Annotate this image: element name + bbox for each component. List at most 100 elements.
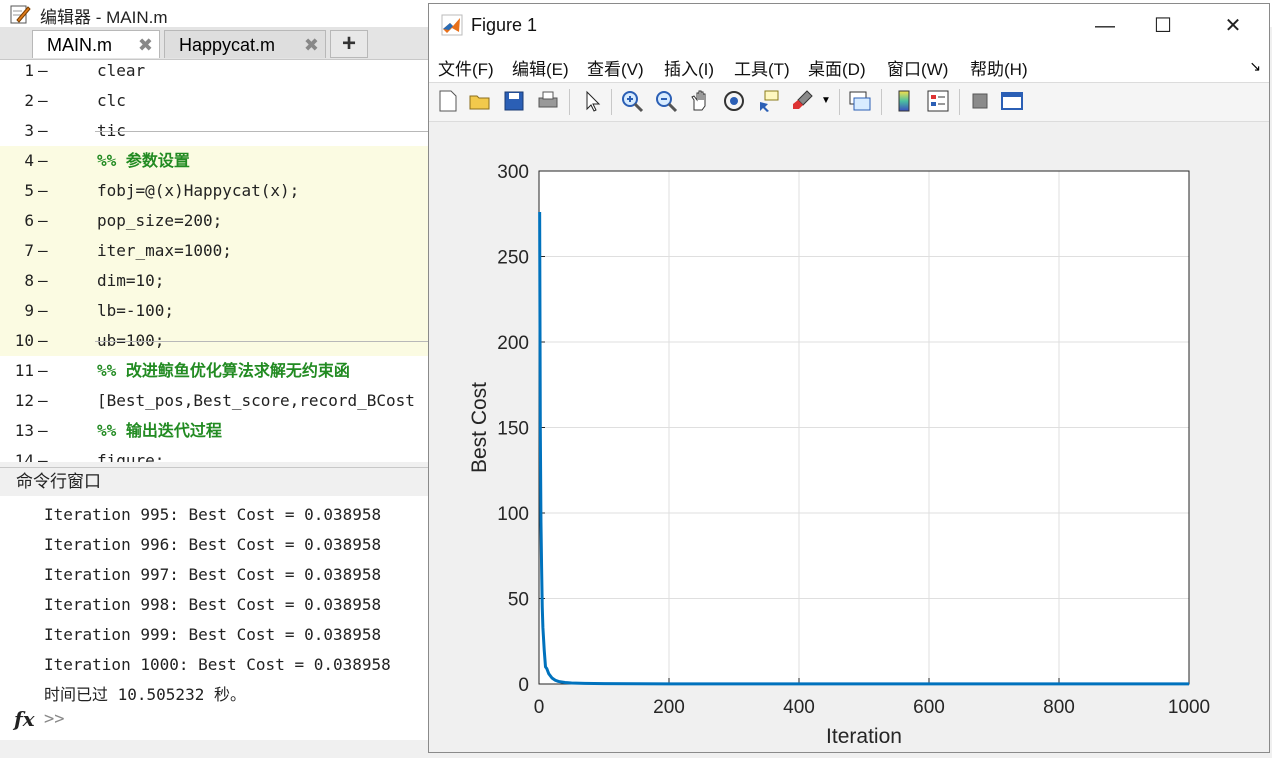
x-tick-label: 200 (653, 697, 685, 718)
code-line[interactable]: 2— clc (0, 86, 430, 116)
figure-title: Figure 1 (471, 15, 538, 35)
chevron-down-icon[interactable]: ▼ (821, 88, 847, 114)
link-icon[interactable] (847, 88, 873, 114)
y-tick-label: 0 (518, 675, 529, 696)
new-figure-icon[interactable] (435, 88, 461, 114)
breakpoint-marker[interactable]: — (38, 86, 48, 116)
figure-window: Figure 1 — ☐ ✕ 文件(F) 编辑(E) 查看(V) 插入(I) 工… (428, 3, 1270, 753)
maximize-button[interactable]: ☐ (1135, 10, 1191, 42)
breakpoint-marker[interactable]: — (38, 446, 48, 462)
code-text: [Best_pos,Best_score,record_BCost (97, 391, 415, 410)
breakpoint-marker[interactable]: — (38, 356, 48, 386)
line-number: 4 (24, 151, 34, 170)
best-cost-chart[interactable]: 0 200 400 600 800 1000 0 50 100 150 200 250 300 Itera… (429, 122, 1269, 752)
line-number: 13 (14, 421, 34, 440)
code-line[interactable]: 9— lb=-100; (0, 296, 430, 326)
menu-edit[interactable]: 编辑(E) (512, 55, 569, 80)
code-text: dim=10; (97, 271, 165, 290)
code-line[interactable]: 7— iter_max=1000; (0, 236, 430, 266)
code-text: figure; (97, 451, 165, 462)
command-output-line: Iteration 995: Best Cost = 0.038958 (44, 505, 382, 524)
data-cursor-icon[interactable] (755, 88, 781, 114)
close-tab-icon[interactable]: ✖ (138, 31, 153, 59)
menu-help[interactable]: 帮助(H) (970, 55, 1028, 80)
breakpoint-marker[interactable]: — (38, 206, 48, 236)
zoom-in-icon[interactable] (619, 88, 645, 114)
line-number: 5 (24, 181, 34, 200)
code-line[interactable]: 1— clear (0, 60, 430, 86)
y-tick-label: 250 (497, 248, 529, 269)
tab-main-m[interactable]: MAIN.m ✖ (32, 30, 160, 58)
tab-happycat-m[interactable]: Happycat.m ✖ (164, 30, 326, 58)
menu-tools[interactable]: 工具(T) (734, 55, 790, 80)
toolbar-separator (569, 89, 570, 115)
code-line[interactable]: 5— fobj=@(x)Happycat(x); (0, 176, 430, 206)
code-comment: %% 输出迭代过程 (97, 421, 222, 440)
breakpoint-marker[interactable]: — (38, 386, 48, 416)
command-output-line: Iteration 996: Best Cost = 0.038958 (44, 535, 382, 554)
menu-desktop[interactable]: 桌面(D) (808, 55, 866, 80)
status-bar (0, 740, 430, 758)
line-number: 6 (24, 211, 34, 230)
breakpoint-marker[interactable]: — (38, 146, 48, 176)
code-line[interactable]: 13— %% 输出迭代过程 (0, 416, 430, 446)
code-line[interactable]: 8— dim=10; (0, 266, 430, 296)
menu-insert[interactable]: 插入(I) (664, 55, 714, 80)
toolbar-separator (839, 89, 840, 115)
line-number: 14 (14, 451, 34, 462)
brush-icon[interactable] (789, 88, 815, 114)
pointer-icon[interactable] (579, 88, 605, 114)
rotate-icon[interactable] (721, 88, 747, 114)
open-icon[interactable] (467, 88, 493, 114)
function-browser-icon[interactable]: fx (14, 707, 35, 731)
breakpoint-marker[interactable]: — (38, 236, 48, 266)
legend-icon[interactable] (925, 88, 951, 114)
editor-title: 编辑器 - MAIN.m (40, 8, 168, 27)
add-tab-button[interactable]: + (330, 30, 368, 58)
breakpoint-marker[interactable]: — (38, 416, 48, 446)
figure-title-bar: Figure 1 — ☐ ✕ (429, 4, 1269, 48)
code-line[interactable]: 12— [Best_pos,Best_score,record_BCost (0, 386, 430, 416)
tab-label: MAIN.m (47, 35, 112, 55)
print-icon[interactable] (535, 88, 561, 114)
cell-divider (95, 131, 430, 132)
menu-window[interactable]: 窗口(W) (887, 55, 948, 80)
x-tick-label: 600 (913, 697, 945, 718)
breakpoint-marker[interactable]: — (38, 326, 48, 356)
close-button[interactable]: ✕ (1205, 10, 1261, 42)
minimize-button[interactable]: — (1077, 10, 1133, 42)
breakpoint-marker[interactable]: — (38, 116, 48, 146)
menu-overflow-icon[interactable]: ↘ (1249, 58, 1261, 75)
x-tick-label: 0 (534, 697, 545, 718)
code-line[interactable]: 14 — figure; (0, 446, 430, 462)
save-icon[interactable] (501, 88, 527, 114)
code-editor[interactable]: 1— clear 2— clc 3— tic 4—%% 参数设置 5— fobj=@(x)Hap… (0, 60, 430, 462)
code-line[interactable]: 4— %% 参数设置 (0, 146, 430, 176)
menu-file[interactable]: 文件(F) (438, 55, 494, 80)
y-tick-label: 50 (508, 590, 529, 611)
code-text: lb=-100; (97, 301, 175, 320)
breakpoint-marker[interactable]: — (38, 266, 48, 296)
code-text: iter_max=1000; (97, 241, 232, 260)
plot-area: 0 200 400 600 800 1000 0 50 100 150 200 250 300 Itera… (429, 122, 1269, 752)
breakpoint-marker[interactable]: — (38, 296, 48, 326)
hide-tools-icon[interactable] (967, 88, 993, 114)
colorbar-icon[interactable] (891, 88, 917, 114)
command-prompt[interactable]: >> (44, 709, 64, 729)
show-tools-icon[interactable] (999, 88, 1025, 114)
zoom-out-icon[interactable] (653, 88, 679, 114)
command-output-line: 时间已过 10.505232 秒。 (44, 685, 246, 704)
line-number: 11 (14, 361, 34, 380)
breakpoint-marker[interactable]: — (38, 176, 48, 206)
pan-icon[interactable] (687, 88, 713, 114)
breakpoint-marker[interactable]: — (38, 60, 48, 86)
close-tab-icon[interactable]: ✖ (304, 31, 319, 59)
code-line[interactable]: 11— %% 改进鲸鱼优化算法求解无约束函 (0, 356, 430, 386)
command-window[interactable]: Iteration 995: Best Cost = 0.038958 Itera… (0, 496, 430, 740)
y-tick-label: 150 (497, 419, 529, 440)
line-number: 9 (24, 301, 34, 320)
code-line[interactable]: 6— pop_size=200; (0, 206, 430, 236)
code-text: clear (97, 61, 146, 80)
menu-view[interactable]: 查看(V) (587, 55, 644, 80)
y-tick-label: 300 (497, 162, 529, 183)
